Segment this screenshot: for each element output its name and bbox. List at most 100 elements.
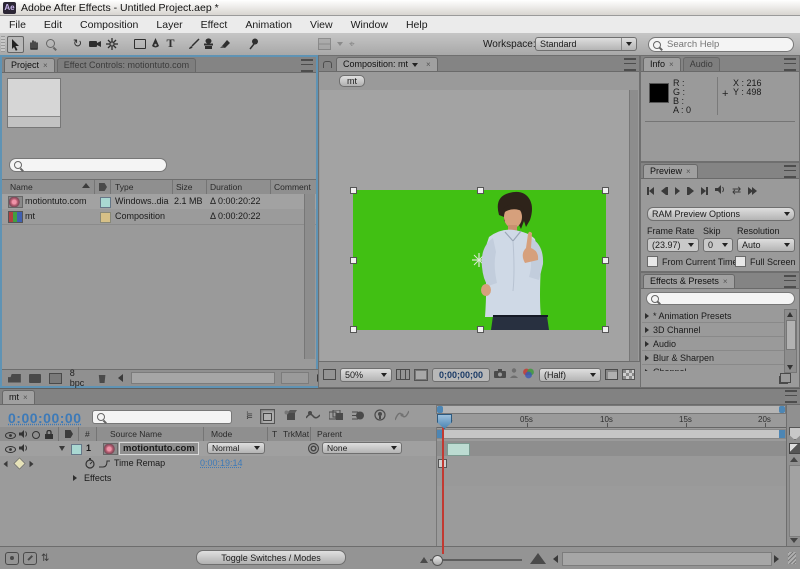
label-column-icon[interactable]: [99, 183, 107, 191]
expander-icon[interactable]: [73, 475, 77, 481]
full-screen-option[interactable]: Full Screen: [735, 256, 796, 267]
motion-blur-icon[interactable]: [352, 410, 365, 424]
close-icon[interactable]: ×: [426, 58, 431, 71]
solo-icon[interactable]: [32, 431, 40, 439]
show-channel-icon[interactable]: [522, 368, 535, 382]
stopwatch-icon[interactable]: [85, 458, 95, 472]
panel-menu-icon[interactable]: [624, 58, 636, 71]
close-icon[interactable]: ×: [723, 277, 728, 286]
track-time-remap-row[interactable]: [436, 456, 786, 472]
col-duration[interactable]: Duration: [210, 182, 242, 192]
effects-search-input[interactable]: [663, 290, 787, 307]
col-size[interactable]: Size: [176, 182, 193, 192]
interpret-footage-icon[interactable]: [8, 374, 21, 383]
magnification-dropdown[interactable]: 50%: [340, 368, 392, 382]
pick-whip-icon[interactable]: [308, 443, 319, 454]
eye-icon[interactable]: [5, 445, 16, 456]
expand-in-out-icon[interactable]: ⇅: [41, 553, 49, 564]
menu-edit[interactable]: Edit: [35, 19, 71, 31]
hscroll-thumb[interactable]: [281, 372, 309, 384]
tab-effects-presets[interactable]: Effects & Presets ×: [643, 274, 735, 288]
graph-editor-icon[interactable]: [395, 410, 409, 424]
selection-handle[interactable]: [602, 326, 609, 333]
comp-marker-bin-icon[interactable]: [789, 427, 800, 440]
col-name[interactable]: Name: [10, 182, 33, 192]
project-search-box[interactable]: [9, 158, 167, 172]
hide-shy-layers-icon[interactable]: [306, 410, 320, 423]
transparency-grid-icon[interactable]: [622, 369, 635, 380]
safe-zones-icon[interactable]: [396, 369, 410, 380]
timeline-search-input[interactable]: [109, 409, 225, 426]
expand-transfer-controls-icon[interactable]: [23, 552, 37, 565]
timeline-hscroll-track[interactable]: [562, 552, 772, 566]
close-icon[interactable]: ×: [686, 167, 691, 176]
eraser-tool[interactable]: [217, 36, 232, 51]
keyframe-diamond-icon[interactable]: [13, 457, 26, 470]
col-trkmat[interactable]: TrkMat: [283, 429, 309, 439]
col-mode[interactable]: Mode: [211, 429, 232, 439]
time-remap-label[interactable]: Time Remap: [114, 458, 165, 468]
menu-view[interactable]: View: [301, 19, 342, 31]
comp-button-icon[interactable]: [789, 443, 800, 454]
effects-group-row[interactable]: Effects: [0, 471, 436, 487]
help-search-box[interactable]: [648, 37, 794, 52]
comp-label-chip[interactable]: [100, 212, 111, 223]
text-tool[interactable]: T: [163, 36, 178, 51]
selection-handle[interactable]: [350, 257, 357, 264]
expander-icon[interactable]: [645, 313, 649, 319]
tab-preview[interactable]: Preview ×: [643, 164, 698, 178]
hand-tool[interactable]: [26, 36, 41, 51]
selection-handle[interactable]: [602, 257, 609, 264]
effects-category-audio[interactable]: Audio: [642, 337, 788, 351]
menu-animation[interactable]: Animation: [236, 19, 301, 31]
live-update-icon[interactable]: [260, 409, 275, 424]
snapshot-camera-icon[interactable]: [494, 369, 506, 381]
zoom-slider-thumb[interactable]: [432, 555, 443, 566]
new-preset-icon[interactable]: [780, 373, 791, 383]
audio-mute-button[interactable]: [715, 185, 725, 197]
effects-category-3d-channel[interactable]: 3D Channel: [642, 323, 788, 337]
brainstorm-icon[interactable]: [374, 409, 386, 424]
frame-rate-dropdown[interactable]: (23.97): [647, 238, 699, 252]
tab-audio[interactable]: Audio: [683, 57, 720, 71]
timeline-search-box[interactable]: [92, 410, 232, 424]
menu-composition[interactable]: Composition: [71, 19, 147, 31]
selection-handle[interactable]: [477, 326, 484, 333]
effects-category-blur-sharpen[interactable]: Blur & Sharpen: [642, 351, 788, 365]
always-preview-icon[interactable]: [323, 369, 336, 380]
timeline-hscroll-right[interactable]: [774, 555, 779, 563]
comp-mini-flowchart-chip[interactable]: mt: [339, 75, 365, 87]
scroll-thumb[interactable]: [786, 320, 796, 350]
col-t[interactable]: T: [272, 429, 277, 439]
selection-handle[interactable]: [350, 187, 357, 194]
comp-timecode[interactable]: 0;00;00;00: [432, 368, 490, 382]
timeline-hscroll-left[interactable]: [553, 555, 558, 563]
lock-icon[interactable]: [323, 61, 332, 68]
audio-icon[interactable]: [19, 444, 28, 455]
skip-dropdown[interactable]: 0: [703, 238, 733, 252]
zoom-in-mountain-icon[interactable]: [530, 553, 546, 564]
panel-resize-grip[interactable]: [788, 552, 796, 564]
layer-expander-icon[interactable]: [59, 446, 65, 451]
full-screen-checkbox[interactable]: [735, 256, 746, 267]
pan-behind-tool[interactable]: [104, 36, 119, 51]
hscroll-left-arrow[interactable]: [118, 374, 123, 382]
effects-category-animation-presets[interactable]: * Animation Presets: [642, 309, 788, 323]
previous-frame-button[interactable]: [661, 187, 668, 195]
tab-info[interactable]: Info ×: [643, 57, 681, 71]
graph-icon[interactable]: [99, 459, 110, 471]
menu-layer[interactable]: Layer: [147, 19, 191, 31]
scroll-down-arrow[interactable]: [787, 365, 793, 370]
scroll-down-arrow[interactable]: [790, 538, 798, 543]
help-search-input[interactable]: [665, 38, 784, 51]
comp-mini-flowchart-icon[interactable]: ⁞≡: [246, 411, 251, 422]
puppet-pin-tool[interactable]: [246, 36, 261, 51]
first-frame-button[interactable]: [647, 187, 654, 195]
effects-search-box[interactable]: [646, 292, 795, 305]
clone-stamp-tool[interactable]: [201, 36, 216, 51]
col-parent[interactable]: Parent: [317, 429, 342, 439]
toggle-switches-modes-button[interactable]: Toggle Switches / Modes: [196, 550, 346, 565]
play-button[interactable]: [675, 187, 680, 195]
hscroll-track[interactable]: [131, 372, 275, 384]
show-snapshot-icon[interactable]: [510, 368, 518, 381]
